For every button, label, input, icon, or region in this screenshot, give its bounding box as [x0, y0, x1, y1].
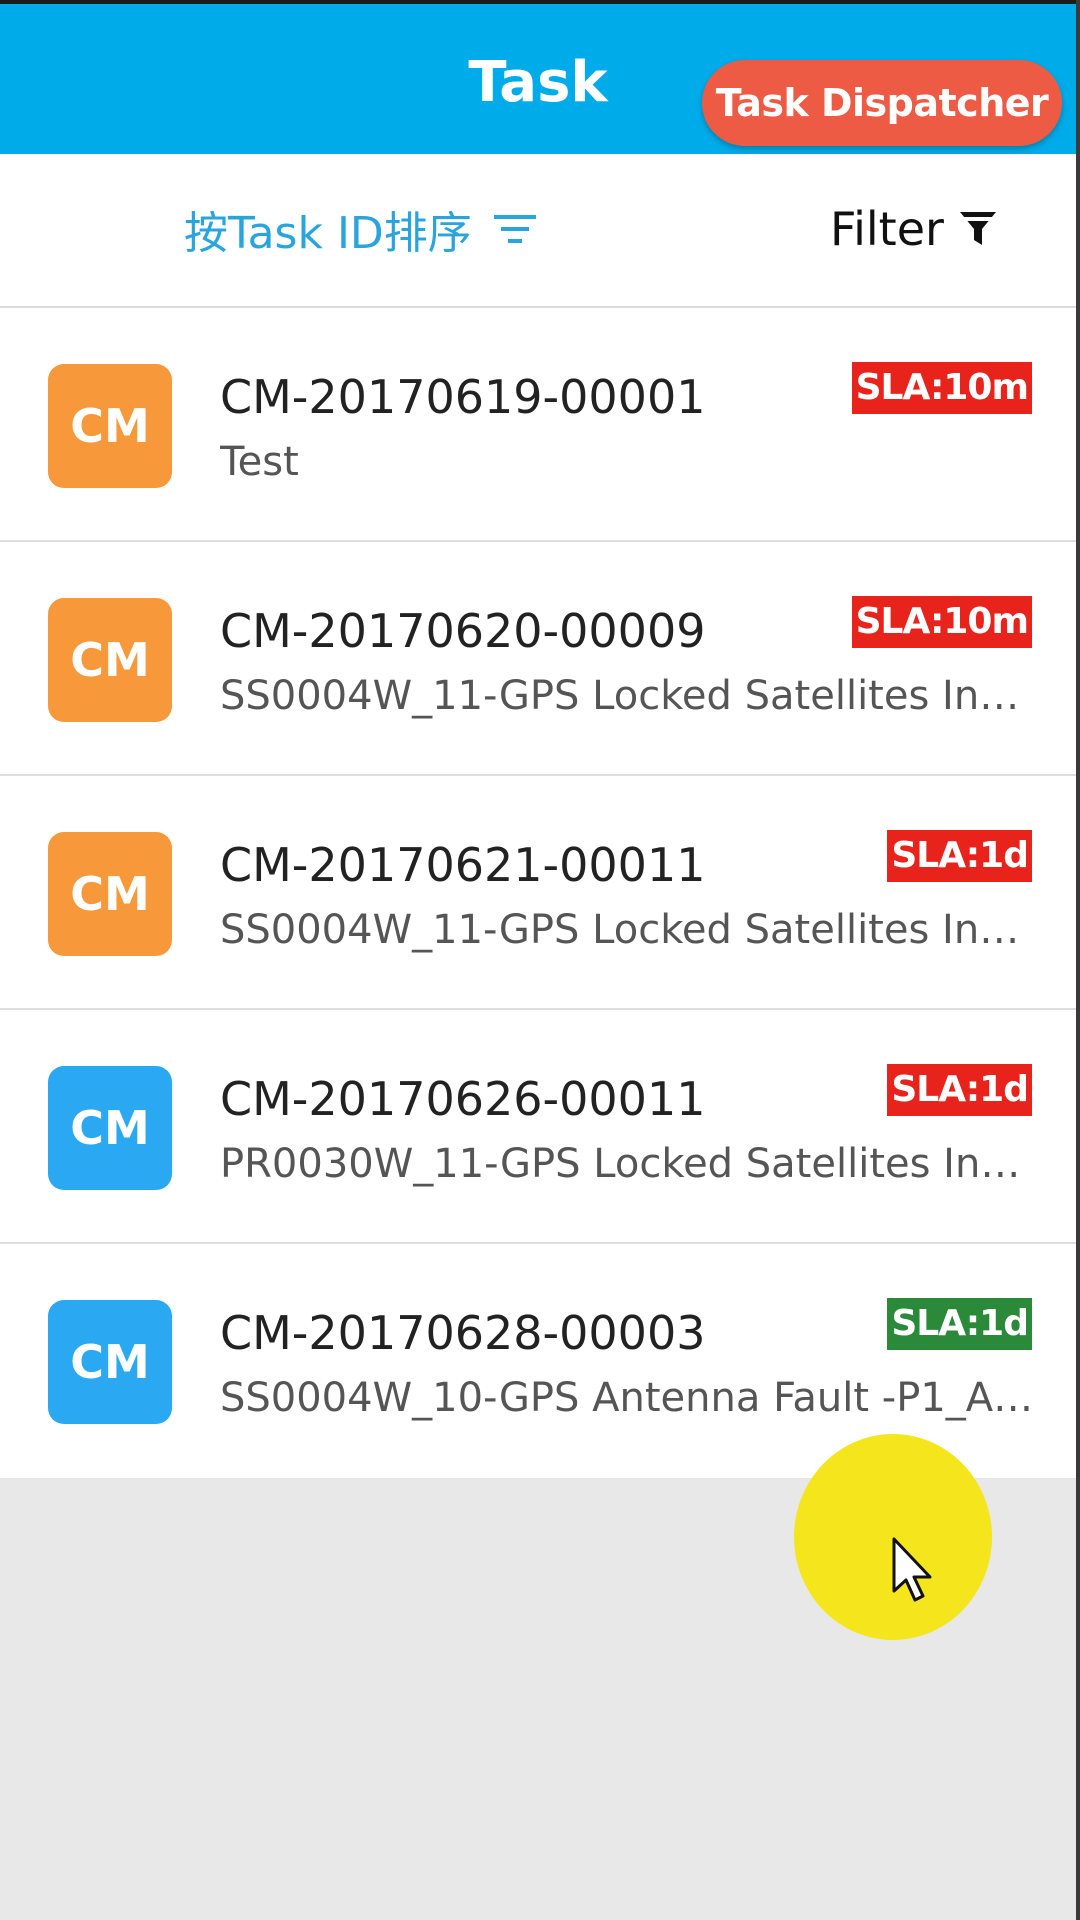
- task-type-avatar: CM: [48, 598, 172, 722]
- task-description: PR0030W_11-GPS Locked Satellites Insuffi…: [220, 1141, 1035, 1187]
- task-type-avatar: CM: [48, 1066, 172, 1190]
- task-description: Test: [220, 439, 299, 485]
- sort-lines-icon: [493, 215, 536, 243]
- task-description: SS0004W_10-GPS Antenna Fault -P1_Alarm: [220, 1375, 1035, 1421]
- sla-badge: SLA:10m: [851, 596, 1032, 648]
- task-dispatcher-button[interactable]: Task Dispatcher: [702, 60, 1062, 146]
- task-type-avatar: CM: [48, 364, 172, 488]
- sla-badge: SLA:10m: [851, 362, 1032, 414]
- filter-button[interactable]: Filter: [830, 194, 998, 264]
- task-row[interactable]: CM CM-20170626-00011 PR0030W_11-GPS Lock…: [0, 1010, 1076, 1244]
- task-row[interactable]: CM CM-20170621-00011 SS0004W_11-GPS Lock…: [0, 776, 1076, 1010]
- sla-badge: SLA:1d: [887, 830, 1032, 882]
- task-description: SS0004W_11-GPS Locked Satellites Insuffi…: [220, 673, 1035, 719]
- task-row[interactable]: CM CM-20170619-00001 Test SLA:10m: [0, 308, 1076, 542]
- mouse-pointer-icon: [892, 1537, 932, 1602]
- task-id: CM-20170626-00011: [220, 1072, 706, 1126]
- task-id: CM-20170628-00003: [220, 1306, 706, 1360]
- sort-by-task-id-button[interactable]: 按Task ID排序: [184, 194, 536, 264]
- app-header: Task Task Dispatcher: [0, 0, 1076, 154]
- task-id: CM-20170619-00001: [220, 370, 706, 424]
- funnel-icon: [959, 212, 996, 245]
- list-toolbar: 按Task ID排序 Filter: [0, 154, 1076, 308]
- task-type-avatar: CM: [48, 832, 172, 956]
- sla-badge: SLA:1d: [887, 1298, 1032, 1350]
- sort-label: 按Task ID排序: [184, 208, 472, 259]
- task-list: CM CM-20170619-00001 Test SLA:10m CM CM-…: [0, 308, 1076, 1478]
- task-id: CM-20170620-00009: [220, 604, 706, 658]
- sla-badge: SLA:1d: [887, 1064, 1032, 1116]
- task-row[interactable]: CM CM-20170620-00009 SS0004W_11-GPS Lock…: [0, 542, 1076, 776]
- task-id: CM-20170621-00011: [220, 838, 706, 892]
- filter-label: Filter: [830, 202, 944, 256]
- task-type-avatar: CM: [48, 1300, 172, 1424]
- task-description: SS0004W_11-GPS Locked Satellites Insuffi…: [220, 907, 1035, 953]
